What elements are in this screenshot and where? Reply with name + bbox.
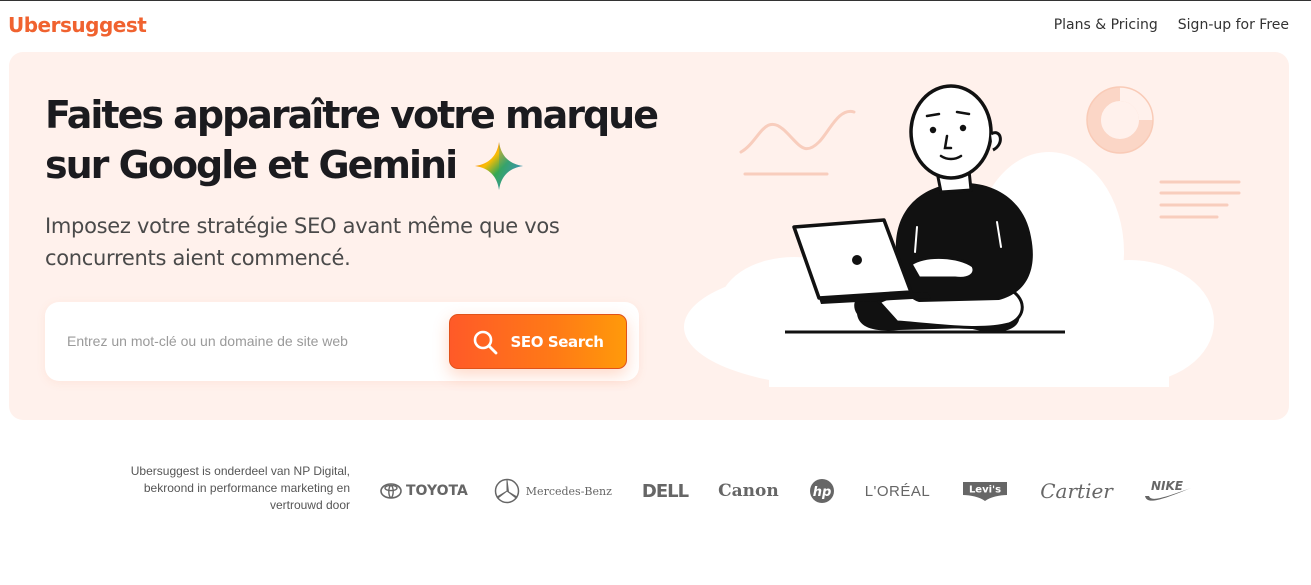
nav-plans-pricing-link[interactable]: Plans & Pricing	[1054, 17, 1158, 33]
trust-line-1: Ubersuggest is onderdeel van NP Digital,	[130, 464, 350, 478]
hp-wordmark: hp	[812, 485, 831, 500]
nike-swoosh-icon: NIKE	[1144, 479, 1191, 501]
canon-logo: Canon	[718, 481, 779, 501]
seo-search-label: SEO Search	[510, 332, 604, 351]
trust-line-2: bekroond in performance marketing en	[143, 481, 350, 495]
hero-subtitle: Imposez votre stratégie SEO avant même q…	[45, 214, 560, 270]
seo-search-button[interactable]: SEO Search	[449, 314, 627, 369]
mercedes-logo: Mercedes-Benz	[494, 478, 612, 504]
search-icon	[474, 330, 498, 354]
nav-signup-link[interactable]: Sign-up for Free	[1178, 17, 1289, 33]
levis-logo: Levi's	[962, 480, 1008, 502]
mercedes-wordmark: Mercedes-Benz	[525, 484, 612, 498]
text-lines-decoration	[1159, 180, 1241, 219]
headline-line-1: Faites apparaître votre marque	[45, 93, 659, 137]
search-input[interactable]	[67, 326, 447, 356]
hero-section: Faites apparaître votre marque sur Googl…	[9, 52, 1289, 420]
headline-line-2: sur Google et Gemini	[45, 143, 458, 187]
cartier-logo: Cartier	[1040, 479, 1113, 503]
levis-batwing-icon: Levi's	[963, 482, 1008, 501]
trust-statement: Ubersuggest is onderdeel van NP Digital,…	[110, 463, 350, 514]
ubersuggest-logo[interactable]: Ubersuggest	[8, 13, 147, 37]
hp-emblem-icon: hp	[809, 479, 834, 503]
nike-logo: NIKE	[1143, 478, 1193, 504]
donut-chart-decoration	[1086, 86, 1154, 154]
trust-line-3: vertrouwd door	[269, 498, 350, 512]
gemini-sparkle-icon	[475, 142, 524, 190]
wave-line-decoration	[739, 109, 856, 154]
hp-logo: hp	[809, 478, 835, 504]
dell-logo: DELL	[641, 480, 689, 502]
top-header: Ubersuggest Plans & Pricing Sign-up for …	[0, 1, 1311, 51]
person-with-laptop-illustration	[684, 84, 1241, 387]
search-box: SEO Search	[45, 302, 639, 381]
loreal-logo: L'ORÉAL	[864, 482, 931, 500]
toyota-emblem-icon	[380, 483, 402, 499]
mercedes-star-icon	[494, 478, 520, 504]
levis-wordmark: Levi's	[969, 485, 1001, 496]
hero-headline: Faites apparaître votre marque sur Googl…	[45, 90, 665, 192]
toyota-wordmark: TOYOTA	[406, 483, 468, 499]
nike-wordmark: NIKE	[1151, 479, 1184, 493]
client-logos: TOYOTA Mercedes-Benz DELL Canon hp L'ORÉ…	[380, 471, 1193, 511]
top-nav: Plans & Pricing Sign-up for Free	[1054, 17, 1289, 33]
toyota-logo: TOYOTA	[380, 483, 468, 499]
